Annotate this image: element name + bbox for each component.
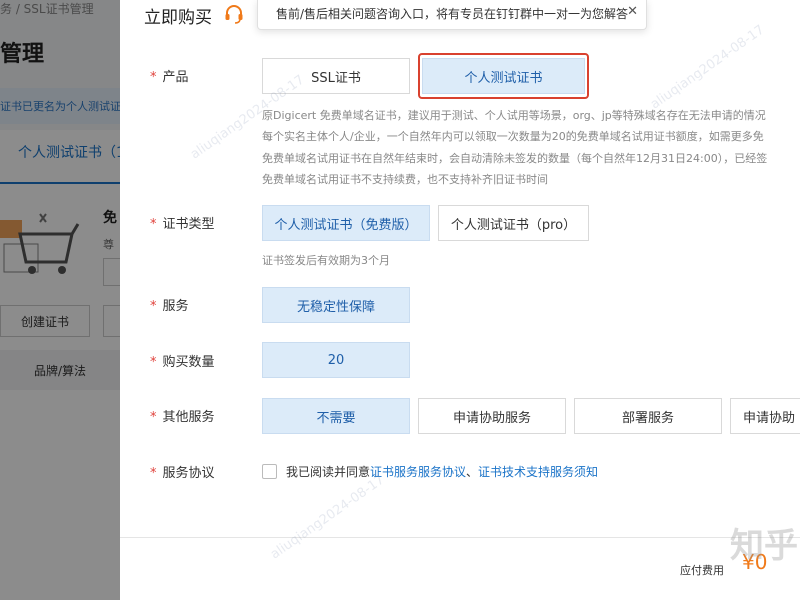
required-mark: * [150,70,157,85]
description-line: 免费单域名试用证书不支持续费，也不支持补齐旧证书时间 [262,173,548,187]
other-service-option-assist[interactable]: 申请协助服务 [418,398,566,434]
headset-icon[interactable] [223,3,245,25]
modal-overlay[interactable] [0,0,120,600]
consult-tooltip: 售前/售后相关问题咨询入口，将有专员在钉钉群中一对一为您解答 ✕ [257,0,647,30]
watermark: aliuqiang2024-08-17 [267,472,388,563]
other-services-label: * 其他服务 [150,410,215,425]
description-line: 免费单域名试用证书在自然年结束时，会自动清除未签发的数量（每个自然年12月31日… [262,151,768,165]
description-line: 每个实名主体个人/企业，一个自然年内可以领取一次数量为20的免费单域名试用证书额… [262,130,764,144]
service-label: * 服务 [150,299,189,314]
required-mark: * [150,217,157,232]
footer-divider [120,537,800,538]
other-service-option-none[interactable]: 不需要 [262,398,410,434]
required-mark: * [150,355,157,370]
agreement-text: 我已阅读并同意证书服务服务协议、证书技术支持服务须知 [286,465,599,479]
quantity-field[interactable]: 20 [262,342,410,378]
cert-type-label: * 证书类型 [150,217,215,232]
product-description: 原Digicert 免费单域名证书，建议用于测试、个人试用等场景，org、jp等… [262,105,800,191]
fee-label: 应付费用 [680,564,724,577]
agreement-label: * 服务协议 [150,466,215,481]
cert-type-option-free[interactable]: 个人测试证书（免费版） [262,205,430,241]
required-mark: * [150,299,157,314]
consult-tooltip-text: 售前/售后相关问题咨询入口，将有专员在钉钉群中一对一为您解答 [276,7,629,21]
service-option-no-sla[interactable]: 无稳定性保障 [262,287,410,323]
description-line: 原Digicert 免费单域名证书，建议用于测试、个人试用等场景，org、jp等… [262,109,766,122]
drawer-title: 立即购买 [144,8,212,28]
required-mark: * [150,410,157,425]
cert-type-option-pro[interactable]: 个人测试证书（pro） [438,205,589,241]
zhihu-logo: 知乎 [730,526,798,566]
required-mark: * [150,466,157,481]
purchase-drawer: 立即购买 售前/售后相关问题咨询入口，将有专员在钉钉群中一对一为您解答 ✕ * 产… [120,0,800,600]
service-agreement-link[interactable]: 证书服务服务协议 [370,465,466,479]
other-service-option-assist-2[interactable]: 申请协助 [730,398,800,434]
product-label: * 产品 [150,70,189,85]
highlight-annotation [418,53,589,99]
cert-validity-hint: 证书签发后有效期为3个月 [262,254,390,267]
agreement-checkbox[interactable] [262,464,277,479]
quantity-label: * 购买数量 [150,355,215,370]
close-icon[interactable]: ✕ [627,4,638,19]
other-service-option-deploy[interactable]: 部署服务 [574,398,722,434]
watermark: aliuqiang2024-08-17 [647,22,768,113]
support-notice-link[interactable]: 证书技术支持服务须知 [478,465,598,479]
